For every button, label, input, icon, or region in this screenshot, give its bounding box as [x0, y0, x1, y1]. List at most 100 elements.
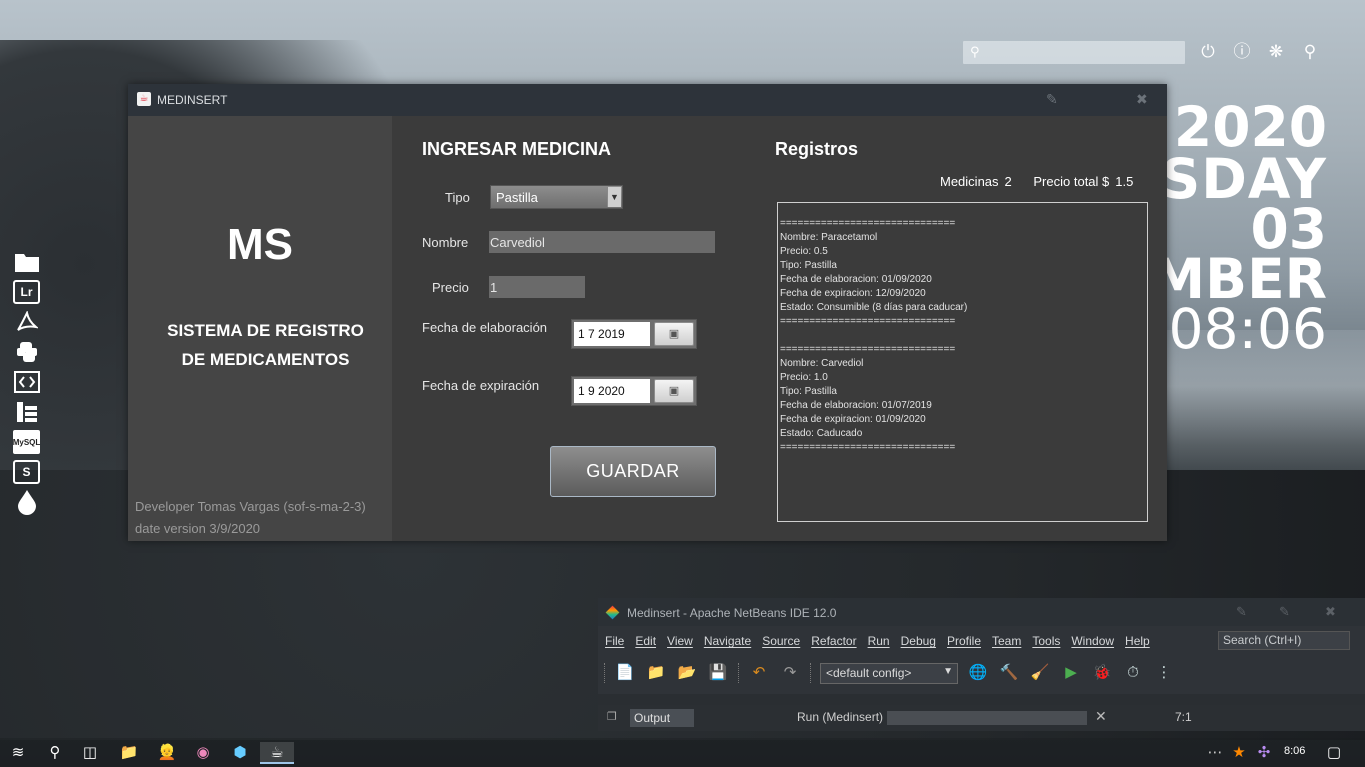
minimize-icon[interactable]: ✎ [1236, 604, 1247, 620]
menu-refactor[interactable]: Refactor [811, 634, 856, 648]
precio-total-value: 1.5 [1115, 174, 1134, 189]
netbeans-taskbar-icon[interactable]: ⬢ [229, 742, 251, 764]
calendar-icon[interactable]: ▣ [654, 322, 694, 346]
file-explorer-icon[interactable]: 📁 [118, 742, 140, 764]
close-icon[interactable]: ✖ [1136, 91, 1148, 108]
nombre-field[interactable]: Carvediol [489, 231, 715, 253]
menu-file[interactable]: File [605, 634, 624, 648]
undo-icon[interactable]: ↶ [748, 662, 770, 684]
menu-team[interactable]: Team [992, 634, 1021, 648]
menu-profile[interactable]: Profile [947, 634, 981, 648]
mysql-icon[interactable]: MySQL [13, 430, 40, 454]
lightroom-icon[interactable]: Lr [13, 280, 40, 304]
developer-text: Developer Tomas Vargas (sof-s-ma-2-3) [135, 499, 366, 514]
more-icon[interactable]: ⋮ [1153, 662, 1175, 684]
expiracion-date-input[interactable]: 1 9 2020 [574, 379, 650, 403]
netbeans-toolbar: 📄 📁 📂 💾 ↶ ↷ <default config> ▼ 🌐 🔨 🧹 ▶ 🐞 … [604, 660, 1175, 686]
python-icon[interactable] [13, 340, 40, 364]
cursor-position: 7:1 [1175, 710, 1192, 724]
drop-icon[interactable] [13, 490, 40, 515]
tipo-label: Tipo [445, 190, 470, 205]
sublime-icon[interactable]: S [13, 460, 40, 484]
record-precio: Precio: 0.5 [780, 246, 828, 257]
overflow-icon[interactable]: ⋯ [1204, 742, 1226, 764]
run-icon[interactable]: ▶ [1060, 662, 1082, 684]
avast-icon[interactable]: ★ [1228, 742, 1250, 764]
app-subtitle: SISTEMA DE REGISTRO DE MEDICAMENTOS [128, 316, 403, 374]
menu-help[interactable]: Help [1125, 634, 1150, 648]
elaboracion-label: Fecha de elaboración [422, 320, 548, 335]
chevron-down-icon[interactable]: ▼ [607, 187, 621, 207]
feather-icon[interactable]: ✣ [1253, 742, 1275, 764]
menu-view[interactable]: View [667, 634, 693, 648]
log-separator: ============================== [780, 316, 956, 327]
menu-navigate[interactable]: Navigate [704, 634, 751, 648]
minimize-icon[interactable]: ✎ [1046, 91, 1058, 108]
record-tipo: Tipo: Pastilla [780, 260, 837, 271]
power-icon[interactable]: ⏻ [1198, 42, 1218, 62]
task-view-icon[interactable]: ◫ [79, 742, 101, 764]
start-icon[interactable]: ≋ [7, 742, 29, 764]
key-icon[interactable]: ⚲ [1300, 42, 1320, 62]
new-project-icon[interactable]: 📁 [645, 662, 667, 684]
cancel-run-icon[interactable]: ✕ [1095, 708, 1107, 725]
info-icon[interactable]: ⓘ [1232, 42, 1252, 62]
log-separator: ============================== [780, 344, 956, 355]
restore-window-icon[interactable]: ❐ [607, 710, 617, 723]
calendar-icon[interactable]: ▣ [654, 379, 694, 403]
expiracion-label: Fecha de expiración [422, 378, 540, 393]
tipo-select[interactable]: Pastilla ▼ [490, 185, 623, 209]
registros-log[interactable]: ============================== Nombre: P… [777, 202, 1148, 522]
menu-run[interactable]: Run [868, 634, 890, 648]
desktop-search-input[interactable]: ⚲ [963, 41, 1185, 64]
open-project-icon[interactable]: 📂 [676, 662, 698, 684]
save-button[interactable]: GUARDAR [550, 446, 716, 497]
record-elaboracion: Fecha de elaboracion: 01/07/2019 [780, 400, 932, 411]
netbeans-search-input[interactable]: Search (Ctrl+I) [1218, 631, 1350, 650]
code-editor-icon[interactable] [13, 370, 40, 394]
window-titlebar[interactable]: ☕ MEDINSERT ✎ ✖ [128, 84, 1167, 116]
record-expiracion: Fecha de expiracion: 12/09/2020 [780, 288, 926, 299]
folder-icon[interactable] [13, 250, 40, 274]
acrobat-icon[interactable] [13, 310, 40, 334]
taskbar-time: 8:06 [1284, 745, 1306, 757]
debug-icon[interactable]: 🐞 [1091, 662, 1113, 684]
chrome-icon[interactable]: ◉ [192, 742, 214, 764]
record-nombre: Nombre: Carvediol [780, 358, 864, 369]
java-app-taskbar-icon[interactable]: ☕ [260, 742, 294, 764]
medicinas-count: 2 [1004, 174, 1012, 189]
maximize-icon[interactable]: ✎ [1279, 604, 1290, 620]
menu-source[interactable]: Source [762, 634, 800, 648]
notification-icon[interactable]: ▢ [1323, 742, 1345, 764]
loading-icon[interactable]: ❋ [1266, 42, 1286, 62]
new-file-icon[interactable]: 📄 [614, 662, 636, 684]
profile-icon[interactable]: ⏱ [1122, 662, 1144, 684]
elaboracion-date-input[interactable]: 1 7 2019 [574, 322, 650, 346]
menu-window[interactable]: Window [1071, 634, 1114, 648]
elaboracion-date-picker: 1 7 2019 ▣ [571, 319, 697, 349]
menu-tools[interactable]: Tools [1032, 634, 1060, 648]
precio-field[interactable]: 1 [489, 276, 585, 298]
app-avatar-icon[interactable]: 👱 [156, 742, 178, 764]
redo-icon[interactable]: ↷ [779, 662, 801, 684]
form-title: INGRESAR MEDICINA [422, 139, 612, 159]
record-expiracion: Fecha de expiracion: 01/09/2020 [780, 414, 926, 425]
search-icon[interactable]: ⚲ [44, 742, 66, 764]
menu-edit[interactable]: Edit [635, 634, 656, 648]
build-icon[interactable]: 🔨 [998, 662, 1020, 684]
config-select[interactable]: <default config> ▼ [820, 662, 958, 684]
netbeans-logo-icon [605, 605, 620, 620]
sidebar-panel: MS SISTEMA DE REGISTRO DE MEDICAMENTOS D… [128, 116, 392, 541]
expiracion-date-picker: 1 9 2020 ▣ [571, 376, 697, 406]
menu-debug[interactable]: Debug [901, 634, 936, 648]
close-icon[interactable]: ✖ [1325, 604, 1336, 620]
save-all-icon[interactable]: 💾 [707, 662, 729, 684]
netbeans-titlebar[interactable]: Medinsert - Apache NetBeans IDE 12.0 ✎ ✎… [598, 598, 1365, 626]
netbeans-statusbar: ❐ Output Run (Medinsert) ✕ 7:1 [598, 705, 1365, 731]
clean-build-icon[interactable]: 🧹 [1029, 662, 1051, 684]
taskbar: ≋ ⚲ ◫ 📁 👱 ◉ ⬢ ☕ ⋯ ★ ✣ 8:06 ▢ [0, 738, 1365, 767]
output-tab[interactable]: Output [630, 709, 694, 727]
netbeans-window: Medinsert - Apache NetBeans IDE 12.0 ✎ ✎… [598, 598, 1365, 731]
globe-icon[interactable]: 🌐 [967, 662, 989, 684]
notes-icon[interactable] [13, 400, 40, 424]
